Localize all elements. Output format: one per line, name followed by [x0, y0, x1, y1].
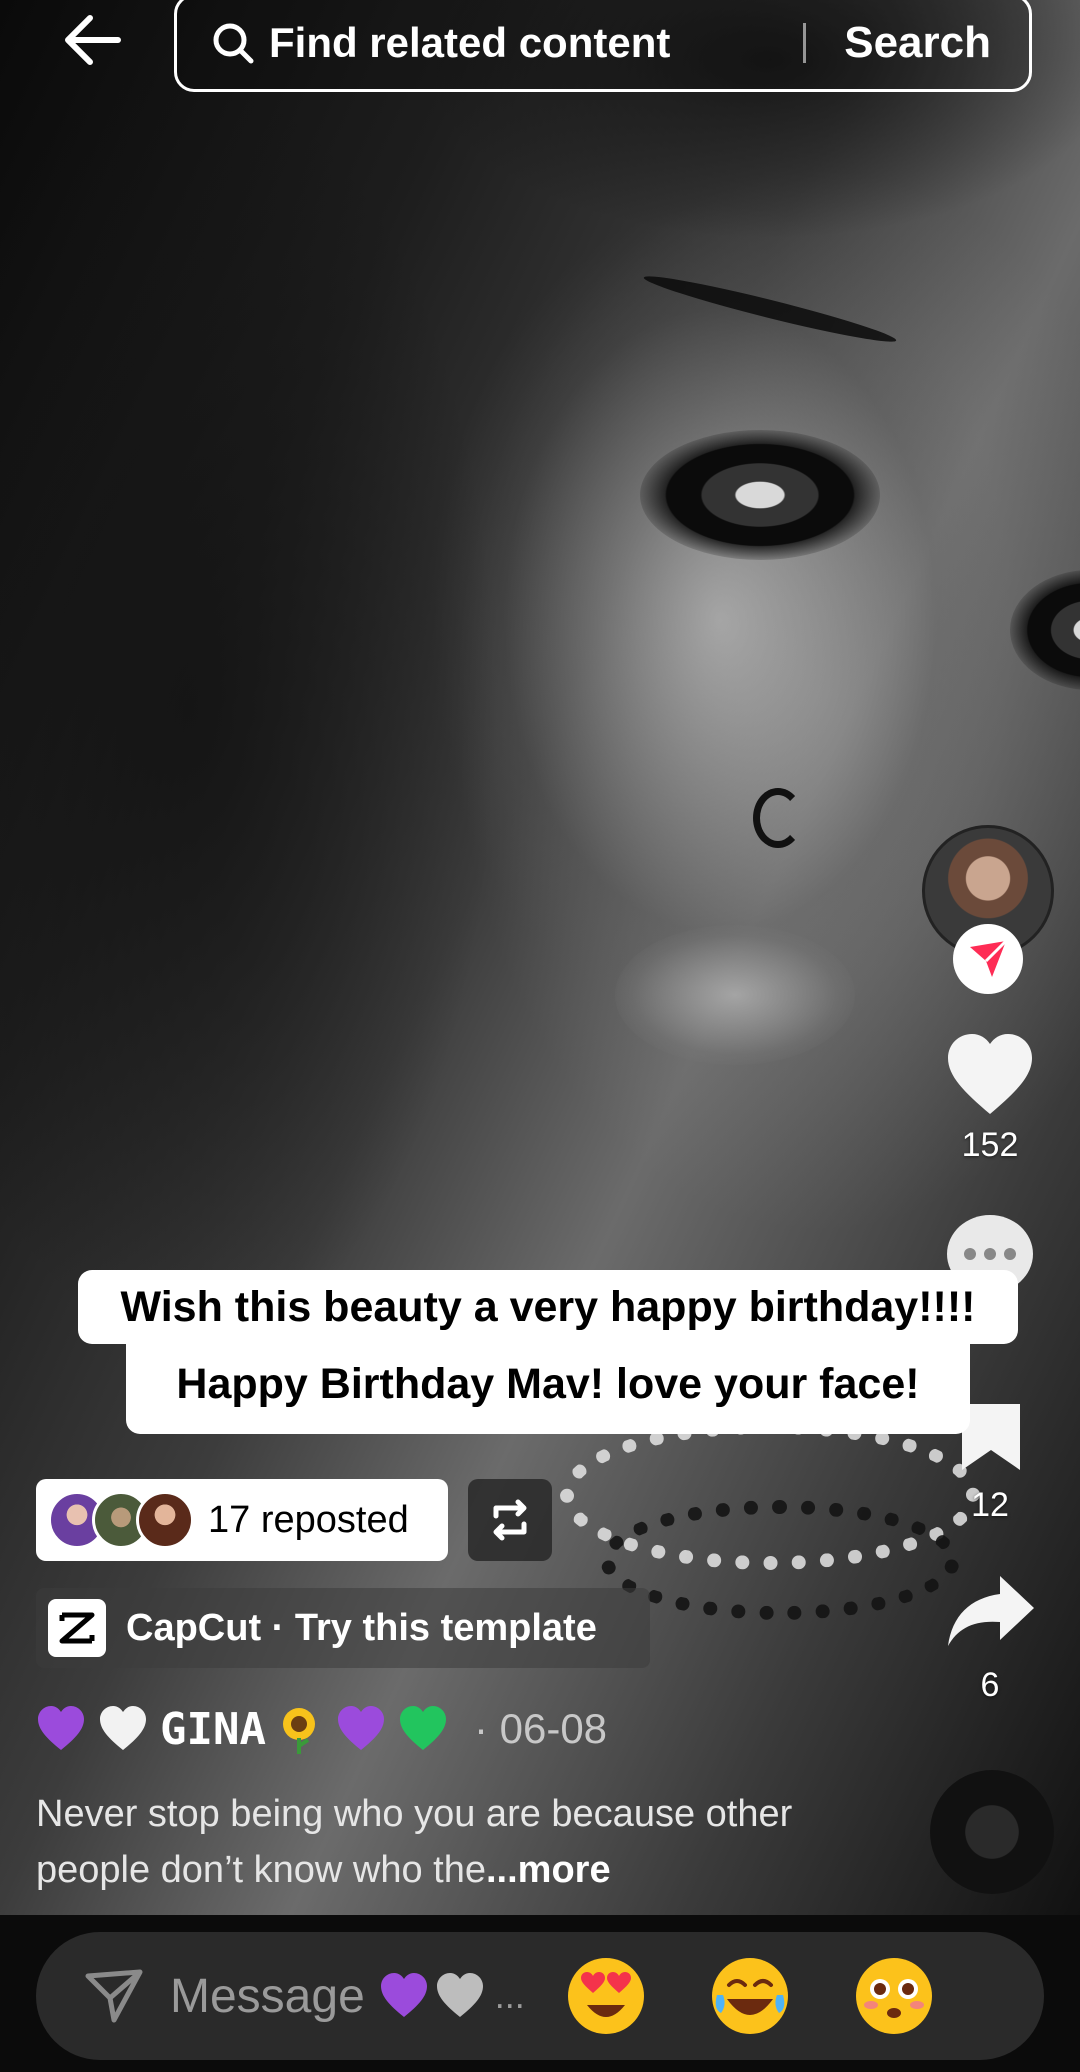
hair-shape	[0, 60, 500, 1360]
post-date: · 06-08	[473, 1705, 608, 1752]
purple-heart-icon	[38, 1706, 84, 1750]
sunflower-icon	[282, 1708, 315, 1754]
search-input[interactable]: Find related content	[269, 19, 803, 67]
description-text: Never stop being who you are because oth…	[36, 1793, 793, 1891]
eyebrow-shape	[641, 268, 899, 350]
capcut-template-label: CapCut · Try this template	[126, 1606, 597, 1649]
eye-shape	[1010, 570, 1080, 690]
flushed-emoji-button[interactable]	[853, 1955, 935, 2037]
search-icon	[211, 21, 255, 65]
search-bar[interactable]: Find related content Search	[174, 0, 1032, 92]
message-ellipsis: ...	[494, 1975, 525, 2016]
back-button[interactable]	[52, 8, 132, 72]
share-arrow-icon[interactable]	[944, 1572, 1038, 1650]
purple-heart-icon	[380, 1973, 427, 2017]
repost-icon	[493, 1499, 527, 1541]
back-arrow-icon	[65, 15, 121, 65]
lips-shape	[615, 925, 855, 1065]
reposted-by-pill[interactable]: 17 reposted	[36, 1479, 448, 1561]
follow-arrow-icon	[970, 939, 1008, 977]
heart-like-icon[interactable]	[944, 1030, 1036, 1120]
capcut-template-link[interactable]: CapCut · Try this template	[36, 1588, 650, 1668]
post-description[interactable]: Never stop being who you are because oth…	[36, 1786, 856, 1898]
bracelet-shape	[600, 1500, 960, 1620]
nose-ring-shape	[753, 788, 803, 848]
search-button[interactable]: Search	[844, 18, 991, 68]
author-name[interactable]: GINA	[160, 1704, 266, 1755]
save-count: 12	[971, 1486, 1009, 1524]
follow-button[interactable]	[953, 924, 1023, 994]
white-heart-icon	[100, 1706, 146, 1750]
capcut-logo-icon	[48, 1599, 106, 1657]
avatar	[136, 1491, 194, 1549]
purple-heart-icon	[337, 1706, 384, 1750]
tears-of-joy-emoji-button[interactable]	[709, 1955, 791, 2037]
eye-shape	[640, 430, 880, 560]
search-divider	[803, 23, 807, 63]
send-icon	[84, 1968, 144, 2024]
like-count: 152	[961, 1126, 1019, 1164]
message-placeholder: Message	[170, 1969, 365, 2023]
green-heart-icon	[399, 1706, 446, 1750]
video-caption-line: Wish this beauty a very happy birthday!!…	[78, 1270, 1018, 1344]
share-count: 6	[980, 1666, 1000, 1704]
video-caption-line: Happy Birthday Mav! love your face!	[126, 1344, 970, 1434]
more-link[interactable]: ...more	[486, 1849, 611, 1891]
grey-heart-icon	[436, 1973, 483, 2017]
heart-eyes-emoji-button[interactable]	[565, 1955, 647, 2037]
music-disc[interactable]	[930, 1770, 1054, 1894]
author-line[interactable]: GINA · 06-08	[36, 1696, 607, 1762]
repost-button[interactable]	[468, 1479, 552, 1561]
message-input[interactable]: Message ...	[36, 1932, 1044, 2060]
repost-count-label: 17 reposted	[208, 1498, 409, 1541]
